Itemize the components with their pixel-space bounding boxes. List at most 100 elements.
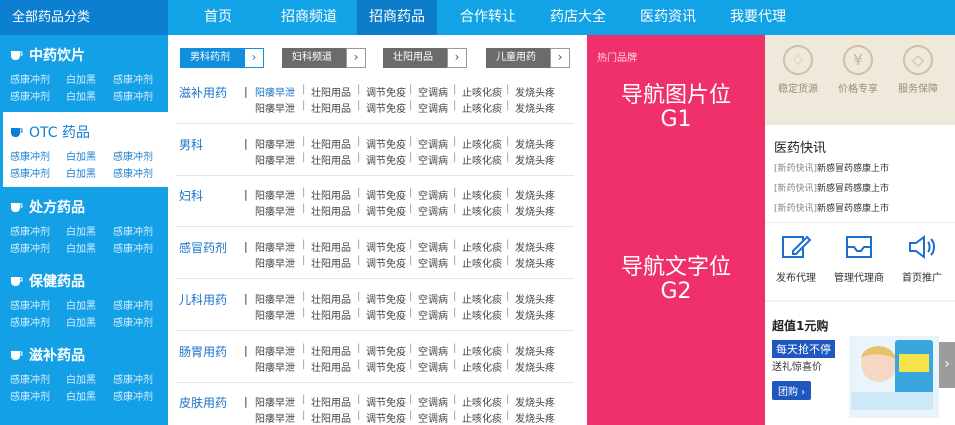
drug-link[interactable]: 空调病 bbox=[418, 84, 448, 99]
category-sub-link[interactable]: 白加黑 bbox=[66, 240, 96, 255]
category-sub-link[interactable]: 白加黑 bbox=[66, 297, 96, 312]
category-sub-link[interactable]: 感康冲剂 bbox=[10, 314, 50, 329]
drug-link[interactable]: 阳痿早泄 bbox=[255, 307, 295, 322]
sidebar-category-selected[interactable]: OTC 药品 感康冲剂 白加黑 感康冲剂 感康冲剂 白加黑 感康冲剂 bbox=[3, 112, 168, 187]
drug-link[interactable]: 止咳化痰 bbox=[462, 100, 502, 115]
drug-link[interactable]: 阳痿早泄 bbox=[255, 84, 295, 99]
category-sub-link[interactable]: 白加黑 bbox=[66, 88, 96, 103]
nav-investment-drugs[interactable]: 招商药品 bbox=[357, 0, 437, 35]
drug-link[interactable]: 发烧头疼 bbox=[515, 239, 555, 254]
drug-link[interactable]: 空调病 bbox=[418, 343, 448, 358]
nav-home[interactable]: 首页 bbox=[188, 0, 248, 35]
drug-link[interactable]: 发烧头疼 bbox=[515, 187, 555, 202]
drug-link[interactable]: 调节免疫 bbox=[366, 410, 406, 425]
drug-link[interactable]: 止咳化痰 bbox=[462, 239, 502, 254]
drug-link[interactable]: 阳痿早泄 bbox=[255, 152, 295, 167]
manage-agents-button[interactable]: 管理代理商 bbox=[828, 233, 890, 284]
drug-link[interactable]: 壮阳用品 bbox=[311, 291, 351, 306]
drug-link[interactable]: 调节免疫 bbox=[366, 136, 406, 151]
drug-link[interactable]: 阳痿早泄 bbox=[255, 410, 295, 425]
drug-link[interactable]: 壮阳用品 bbox=[311, 343, 351, 358]
drug-link[interactable]: 空调病 bbox=[418, 394, 448, 409]
sidebar-category[interactable]: 保健药品 感康冲剂 白加黑 感康冲剂 感康冲剂 白加黑 感康冲剂 bbox=[0, 261, 168, 336]
row-category-title[interactable]: 肠胃用药 bbox=[179, 343, 227, 360]
drug-link[interactable]: 止咳化痰 bbox=[462, 410, 502, 425]
category-sub-link[interactable]: 感康冲剂 bbox=[10, 71, 50, 86]
category-sub-link[interactable]: 感康冲剂 bbox=[113, 240, 153, 255]
drug-link[interactable]: 止咳化痰 bbox=[462, 394, 502, 409]
news-item[interactable]: [新药快讯]新感冒药感康上市 bbox=[774, 201, 889, 214]
row-category-title[interactable]: 男科 bbox=[179, 136, 203, 153]
drug-link[interactable]: 空调病 bbox=[418, 410, 448, 425]
category-sub-link[interactable]: 白加黑 bbox=[66, 371, 96, 386]
drug-link[interactable]: 发烧头疼 bbox=[515, 255, 555, 270]
drug-link[interactable]: 空调病 bbox=[418, 255, 448, 270]
drug-link[interactable]: 发烧头疼 bbox=[515, 343, 555, 358]
nav-news[interactable]: 医药资讯 bbox=[628, 0, 708, 35]
drug-link[interactable]: 空调病 bbox=[418, 291, 448, 306]
drug-link[interactable]: 空调病 bbox=[418, 100, 448, 115]
drug-link[interactable]: 调节免疫 bbox=[366, 100, 406, 115]
drug-link[interactable]: 阳痿早泄 bbox=[255, 359, 295, 374]
category-sub-link[interactable]: 感康冲剂 bbox=[10, 371, 50, 386]
drug-link[interactable]: 壮阳用品 bbox=[311, 152, 351, 167]
drug-link[interactable]: 调节免疫 bbox=[366, 239, 406, 254]
category-sub-link[interactable]: 感康冲剂 bbox=[113, 297, 153, 312]
promo-banner[interactable]: 热门品牌 导航图片位 G1 导航文字位 G2 bbox=[587, 35, 765, 425]
row-category-title[interactable]: 皮肤用药 bbox=[179, 394, 227, 411]
drug-link[interactable]: 止咳化痰 bbox=[462, 187, 502, 202]
drug-link[interactable]: 发烧头疼 bbox=[515, 410, 555, 425]
drug-link[interactable]: 阳痿早泄 bbox=[255, 239, 295, 254]
drug-link[interactable]: 空调病 bbox=[418, 152, 448, 167]
drug-link[interactable]: 阳痿早泄 bbox=[255, 187, 295, 202]
drug-link[interactable]: 空调病 bbox=[418, 239, 448, 254]
homepage-promotion-button[interactable]: 首页推广 bbox=[891, 233, 953, 284]
sidebar-category[interactable]: 处方药品 感康冲剂 白加黑 感康冲剂 感康冲剂 白加黑 感康冲剂 bbox=[0, 187, 168, 262]
drug-link[interactable]: 调节免疫 bbox=[366, 359, 406, 374]
tab-children-drugs[interactable]: 儿童用药 › bbox=[486, 48, 570, 68]
news-item[interactable]: [新药快讯]新感冒药感康上市 bbox=[774, 161, 889, 174]
row-category-title[interactable]: 儿科用药 bbox=[179, 291, 227, 308]
drug-link[interactable]: 空调病 bbox=[418, 187, 448, 202]
nav-pharmacies[interactable]: 药店大全 bbox=[538, 0, 618, 35]
sidebar-category[interactable]: 中药饮片 感康冲剂 白加黑 感康冲剂 感康冲剂 白加黑 感康冲剂 bbox=[0, 35, 168, 110]
drug-link[interactable]: 止咳化痰 bbox=[462, 152, 502, 167]
drug-link[interactable]: 止咳化痰 bbox=[462, 136, 502, 151]
drug-link[interactable]: 调节免疫 bbox=[366, 255, 406, 270]
drug-link[interactable]: 壮阳用品 bbox=[311, 203, 351, 218]
drug-link[interactable]: 空调病 bbox=[418, 307, 448, 322]
drug-link[interactable]: 发烧头疼 bbox=[515, 203, 555, 218]
drug-link[interactable]: 止咳化痰 bbox=[462, 359, 502, 374]
category-sub-link[interactable]: 感康冲剂 bbox=[10, 165, 50, 180]
drug-link[interactable]: 壮阳用品 bbox=[311, 359, 351, 374]
drug-link[interactable]: 止咳化痰 bbox=[462, 84, 502, 99]
drug-link[interactable]: 调节免疫 bbox=[366, 187, 406, 202]
drug-link[interactable]: 壮阳用品 bbox=[311, 410, 351, 425]
tab-male-drugs[interactable]: 男科药剂 › bbox=[180, 48, 264, 68]
drug-link[interactable]: 发烧头疼 bbox=[515, 359, 555, 374]
drug-link[interactable]: 止咳化痰 bbox=[462, 255, 502, 270]
category-sub-link[interactable]: 感康冲剂 bbox=[113, 148, 153, 163]
drug-link[interactable]: 调节免疫 bbox=[366, 291, 406, 306]
drug-link[interactable]: 壮阳用品 bbox=[311, 100, 351, 115]
category-sub-link[interactable]: 白加黑 bbox=[66, 165, 96, 180]
drug-link[interactable]: 发烧头疼 bbox=[515, 152, 555, 167]
category-sub-link[interactable]: 感康冲剂 bbox=[113, 71, 153, 86]
category-sub-link[interactable]: 感康冲剂 bbox=[113, 388, 153, 403]
drug-link[interactable]: 发烧头疼 bbox=[515, 307, 555, 322]
drug-link[interactable]: 壮阳用品 bbox=[311, 239, 351, 254]
drug-link[interactable]: 发烧头疼 bbox=[515, 84, 555, 99]
drug-link[interactable]: 调节免疫 bbox=[366, 84, 406, 99]
drug-link[interactable]: 阳痿早泄 bbox=[255, 255, 295, 270]
category-sub-link[interactable]: 白加黑 bbox=[66, 148, 96, 163]
category-sub-link[interactable]: 白加黑 bbox=[66, 388, 96, 403]
drug-link[interactable]: 壮阳用品 bbox=[311, 187, 351, 202]
drug-link[interactable]: 空调病 bbox=[418, 203, 448, 218]
category-sub-link[interactable]: 感康冲剂 bbox=[10, 240, 50, 255]
drug-link[interactable]: 止咳化痰 bbox=[462, 203, 502, 218]
drug-link[interactable]: 调节免疫 bbox=[366, 343, 406, 358]
sidebar-category[interactable]: 滋补药品 感康冲剂 白加黑 感康冲剂 感康冲剂 白加黑 感康冲剂 bbox=[0, 335, 168, 410]
drug-link[interactable]: 调节免疫 bbox=[366, 152, 406, 167]
category-sub-link[interactable]: 白加黑 bbox=[66, 71, 96, 86]
row-category-title[interactable]: 感冒药剂 bbox=[179, 239, 227, 256]
